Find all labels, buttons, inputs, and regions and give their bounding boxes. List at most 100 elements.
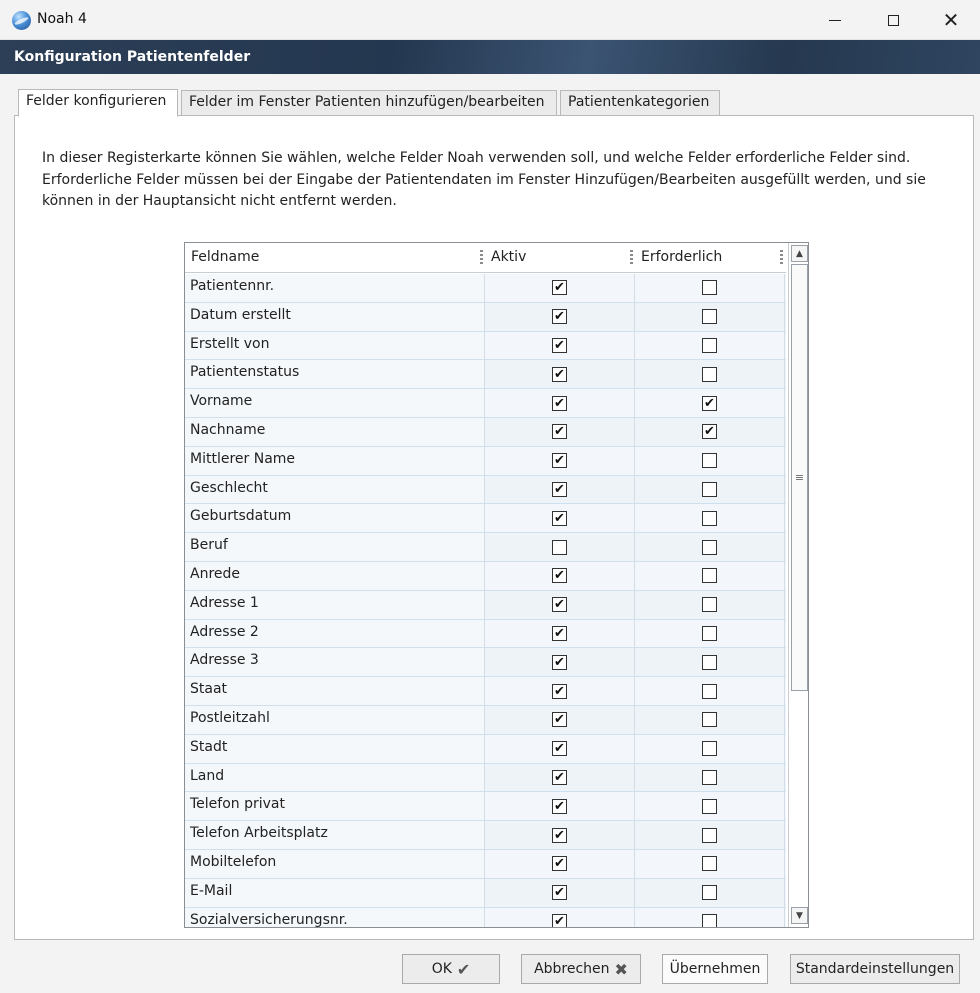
aktiv-checkbox[interactable]: ✔ <box>552 280 567 296</box>
aktiv-checkbox[interactable]: ✔ <box>552 424 567 440</box>
erforderlich-checkbox[interactable] <box>702 827 717 843</box>
erforderlich-checkbox[interactable] <box>702 856 717 872</box>
aktiv-checkbox[interactable]: ✔ <box>552 481 567 497</box>
aktiv-checkbox[interactable]: ✔ <box>552 568 567 584</box>
table-row[interactable]: Geschlecht ✔ <box>185 475 786 505</box>
field-name-cell: Geburtsdatum <box>185 504 485 533</box>
aktiv-checkbox[interactable]: ✔ <box>552 741 567 757</box>
erforderlich-checkbox-cell <box>635 302 785 331</box>
aktiv-checkbox[interactable]: ✔ <box>552 683 567 699</box>
aktiv-checkbox[interactable]: ✔ <box>552 395 567 411</box>
erforderlich-checkbox[interactable] <box>702 683 717 699</box>
erforderlich-checkbox[interactable] <box>702 712 717 728</box>
vertical-scrollbar[interactable]: ▲ ≡ ▼ <box>788 243 808 927</box>
table-row[interactable]: Geburtsdatum ✔ <box>185 504 786 534</box>
table-row[interactable]: Adresse 1 ✔ <box>185 590 786 620</box>
table-row[interactable]: E-Mail ✔ <box>185 878 786 908</box>
table-row[interactable]: Patientenstatus ✔ <box>185 360 786 390</box>
table-row[interactable]: Telefon privat ✔ <box>185 792 786 822</box>
aktiv-checkbox[interactable]: ✔ <box>552 769 567 785</box>
field-name-cell: Patientenstatus <box>185 360 485 389</box>
aktiv-checkbox[interactable]: ✔ <box>552 712 567 728</box>
scroll-down-icon[interactable]: ▼ <box>791 907 808 924</box>
aktiv-checkbox[interactable]: ✔ <box>552 885 567 901</box>
aktiv-checkbox[interactable]: ✔ <box>552 913 567 927</box>
table-row[interactable]: Adresse 2 ✔ <box>185 619 786 649</box>
aktiv-checkbox-cell: ✔ <box>485 590 635 619</box>
erforderlich-checkbox[interactable] <box>702 280 717 296</box>
table-row[interactable]: Beruf <box>185 533 786 562</box>
erforderlich-checkbox[interactable] <box>702 337 717 353</box>
aktiv-checkbox[interactable]: ✔ <box>552 510 567 526</box>
table-row[interactable]: Nachname ✔ ✔ <box>185 417 786 447</box>
erforderlich-checkbox[interactable] <box>702 539 717 555</box>
aktiv-checkbox[interactable]: ✔ <box>552 309 567 325</box>
erforderlich-checkbox[interactable] <box>702 597 717 613</box>
minimize-button[interactable] <box>806 0 864 40</box>
scroll-thumb[interactable]: ≡ <box>791 264 808 691</box>
aktiv-checkbox[interactable]: ✔ <box>552 798 567 814</box>
erforderlich-checkbox-cell <box>635 504 785 533</box>
erforderlich-checkbox[interactable] <box>702 769 717 785</box>
aktiv-checkbox[interactable]: ✔ <box>552 654 567 670</box>
erforderlich-checkbox[interactable]: ✔ <box>702 424 717 440</box>
tab-felder-konfigurieren[interactable]: Felder konfigurieren <box>18 89 178 117</box>
aktiv-checkbox-cell: ✔ <box>485 331 635 360</box>
erforderlich-checkbox[interactable] <box>702 885 717 901</box>
table-row[interactable]: Anrede ✔ <box>185 561 786 591</box>
erforderlich-checkbox[interactable] <box>702 654 717 670</box>
table-row[interactable]: Postleitzahl ✔ <box>185 705 786 735</box>
column-resize-grip-icon[interactable] <box>480 250 483 266</box>
cancel-button[interactable]: Abbrechen ✖ <box>521 954 641 984</box>
aktiv-checkbox[interactable]: ✔ <box>552 856 567 872</box>
table-row[interactable]: Land ✔ <box>185 763 786 793</box>
column-header-aktiv[interactable]: Aktiv <box>491 249 526 265</box>
tab-felder-hinzufuegen-bearbeiten[interactable]: Felder im Fenster Patienten hinzufügen/b… <box>181 90 557 116</box>
table-row[interactable]: Mittlerer Name ✔ <box>185 446 786 476</box>
erforderlich-checkbox-cell <box>635 734 785 763</box>
aktiv-checkbox[interactable]: ✔ <box>552 827 567 843</box>
column-header-erforderlich[interactable]: Erforderlich <box>641 249 722 265</box>
column-header-feldname[interactable]: Feldname <box>191 249 259 265</box>
table-row[interactable]: Staat ✔ <box>185 677 786 706</box>
table-row[interactable]: Telefon Arbeitsplatz ✔ <box>185 821 786 850</box>
aktiv-checkbox[interactable]: ✔ <box>552 597 567 613</box>
aktiv-checkbox[interactable]: ✔ <box>552 453 567 469</box>
erforderlich-checkbox[interactable] <box>702 481 717 497</box>
erforderlich-checkbox[interactable] <box>702 741 717 757</box>
erforderlich-checkbox[interactable] <box>702 568 717 584</box>
erforderlich-checkbox[interactable] <box>702 510 717 526</box>
aktiv-checkbox[interactable]: ✔ <box>552 366 567 382</box>
erforderlich-checkbox[interactable]: ✔ <box>702 395 717 411</box>
close-button[interactable]: ✕ <box>922 0 980 40</box>
erforderlich-checkbox[interactable] <box>702 366 717 382</box>
ok-button[interactable]: OK ✔ <box>402 954 500 984</box>
table-row[interactable]: Adresse 3 ✔ <box>185 648 786 678</box>
table-row[interactable]: Patientennr. ✔ <box>185 274 786 303</box>
defaults-button[interactable]: Standardeinstellungen <box>790 954 960 984</box>
aktiv-checkbox-cell: ✔ <box>485 821 635 849</box>
field-name-cell: Postleitzahl <box>185 705 485 734</box>
field-name-cell: Datum erstellt <box>185 302 485 331</box>
erforderlich-checkbox[interactable] <box>702 798 717 814</box>
table-row[interactable]: Erstellt von ✔ <box>185 331 786 361</box>
maximize-button[interactable] <box>864 0 922 40</box>
column-resize-grip-icon[interactable] <box>630 250 633 266</box>
column-resize-grip-icon[interactable] <box>780 250 783 266</box>
aktiv-checkbox[interactable] <box>552 539 567 555</box>
apply-button[interactable]: Übernehmen <box>662 954 768 984</box>
tab-patientenkategorien[interactable]: Patientenkategorien <box>560 90 720 116</box>
aktiv-checkbox[interactable]: ✔ <box>552 337 567 353</box>
table-row[interactable]: Sozialversicherungsnr. ✔ <box>185 907 786 927</box>
erforderlich-checkbox[interactable] <box>702 309 717 325</box>
erforderlich-checkbox[interactable] <box>702 453 717 469</box>
grid-rows: Patientennr. ✔ Datum erstellt ✔ Erstellt von… <box>185 274 786 927</box>
table-row[interactable]: Stadt ✔ <box>185 734 786 764</box>
erforderlich-checkbox[interactable] <box>702 913 717 927</box>
table-row[interactable]: Mobiltelefon ✔ <box>185 849 786 879</box>
aktiv-checkbox[interactable]: ✔ <box>552 625 567 641</box>
table-row[interactable]: Vorname ✔ ✔ <box>185 389 786 418</box>
scroll-up-icon[interactable]: ▲ <box>791 245 808 262</box>
erforderlich-checkbox[interactable] <box>702 625 717 641</box>
table-row[interactable]: Datum erstellt ✔ <box>185 302 786 332</box>
